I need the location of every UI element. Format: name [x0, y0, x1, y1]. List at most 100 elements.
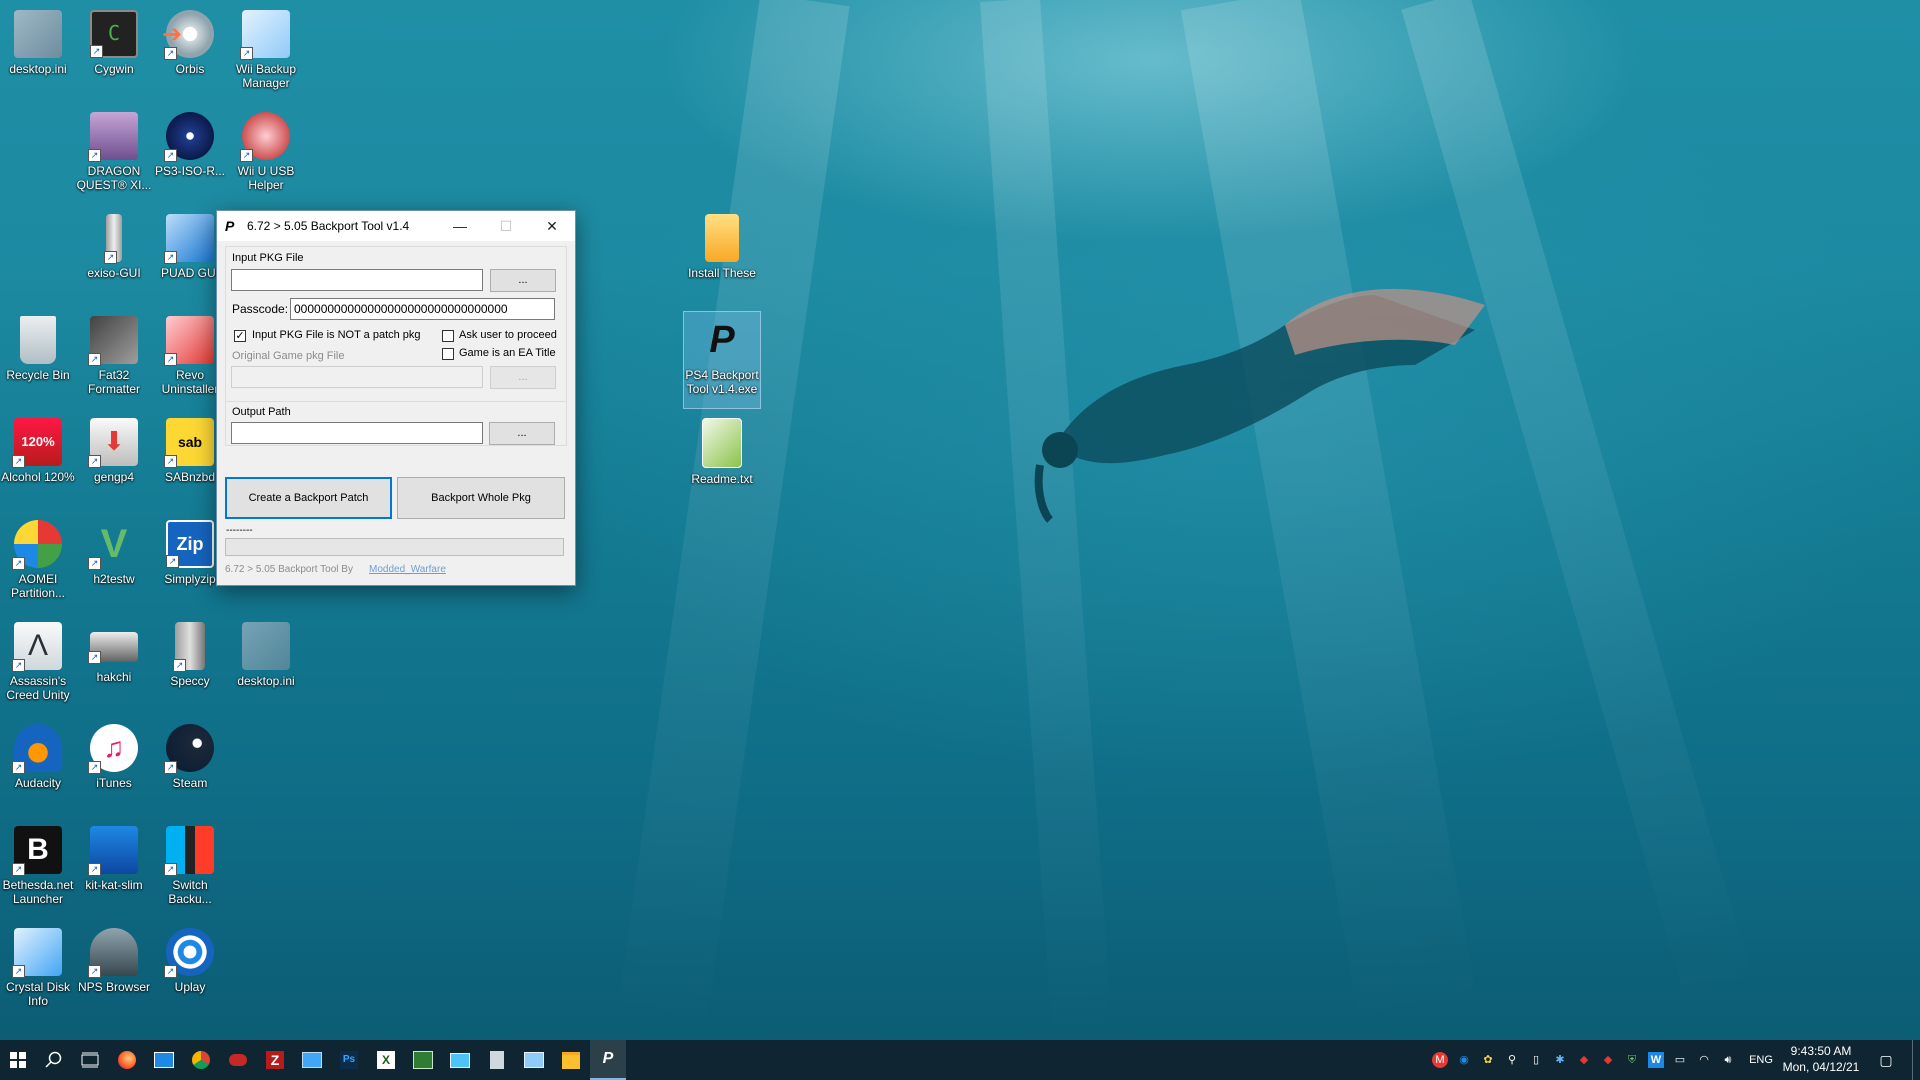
shortcut-arrow-icon: ↗	[166, 555, 179, 568]
taskbar-terminal[interactable]	[405, 1040, 441, 1080]
desktop-icon-uplay[interactable]: ↗ Uplay	[152, 924, 228, 1020]
desktop-icon-desktop-ini-2[interactable]: desktop.ini	[228, 618, 304, 714]
author-link[interactable]: Modded_Warfare	[369, 564, 446, 575]
desktop-icon-itunes[interactable]: ♫ ↗ iTunes	[76, 720, 152, 816]
download-icon: ⬇ ↗	[88, 418, 138, 468]
desktop-icon-readme-txt[interactable]: Readme.txt	[684, 414, 760, 510]
taskbar-explorer-window[interactable]	[516, 1040, 552, 1080]
output-path-field[interactable]	[231, 422, 483, 444]
passcode-field[interactable]: 00000000000000000000000000000000	[290, 298, 555, 320]
desktop-icon-hakchi[interactable]: ↗ hakchi	[76, 618, 152, 714]
desktop-icon-fat32-formatter[interactable]: ↗ Fat32 Formatter	[76, 312, 152, 408]
desktop-icon-aomei-partition[interactable]: ↗ AOMEI Partition...	[0, 516, 76, 612]
start-button[interactable]	[0, 1040, 36, 1080]
ask-user-checkbox[interactable]	[442, 330, 454, 342]
desktop-icon-kit-kat-slim[interactable]: ↗ kit-kat-slim	[76, 822, 152, 918]
desktop-icon-bethesda-launcher[interactable]: B ↗ Bethesda.net Launcher	[0, 822, 76, 918]
desktop-icon-install-these[interactable]: Install These	[684, 210, 760, 306]
desktop-icon-ps3-iso[interactable]: ↗ PS3-ISO-R...	[152, 108, 228, 204]
desktop-icon-gengp4[interactable]: ⬇ ↗ gengp4	[76, 414, 152, 510]
task-view-button[interactable]	[72, 1040, 108, 1080]
taskbar-remote-desktop[interactable]	[294, 1040, 330, 1080]
not-patch-checkbox[interactable]: ✓	[234, 330, 246, 342]
minimize-button[interactable]: —	[437, 211, 483, 241]
desktop-icon-nps-browser[interactable]: ↗ NPS Browser	[76, 924, 152, 1020]
taskbar-chrome[interactable]	[183, 1040, 219, 1080]
taskbar-calculator[interactable]	[479, 1040, 515, 1080]
input-pkg-browse-button[interactable]: ...	[490, 269, 556, 292]
tray-usb-icon[interactable]: ⚲	[1504, 1052, 1520, 1068]
taskbar-playstation[interactable]: P	[590, 1040, 626, 1080]
not-patch-label: Input PKG File is NOT a patch pkg	[252, 329, 421, 341]
disc-icon: ↗	[164, 112, 214, 162]
tray-m-icon[interactable]: M	[1432, 1052, 1448, 1068]
remote-desktop-icon	[302, 1052, 322, 1068]
settings-file-icon	[14, 10, 62, 58]
wii-disc-icon: ↗	[240, 10, 290, 60]
taskbar-mail[interactable]	[146, 1040, 182, 1080]
wifi-icon[interactable]: ◠	[1696, 1052, 1712, 1068]
desktop-icon-speccy[interactable]: ↗ Speccy	[152, 618, 228, 714]
taskbar-photoshop[interactable]: Ps	[331, 1040, 367, 1080]
desktop-icon-switch-backup[interactable]: ↗ Switch Backu...	[152, 822, 228, 918]
shortcut-arrow-icon: ↗	[164, 251, 177, 264]
desktop-icon-crystal-disk-info[interactable]: ↗ Crystal Disk Info	[0, 924, 76, 1020]
tray-headset-icon[interactable]: ◉	[1456, 1052, 1472, 1068]
tray-word-icon[interactable]: W	[1648, 1052, 1664, 1068]
desktop-icon-wii-u-usb-helper[interactable]: ↗ Wii U USB Helper	[228, 108, 304, 204]
maximize-button[interactable]: ☐	[483, 211, 529, 241]
ea-title-label: Game is an EA Title	[459, 347, 556, 359]
close-button[interactable]: ✕	[529, 211, 575, 241]
terminal-icon: C ↗	[90, 10, 138, 58]
taskbar-excel[interactable]: X	[368, 1040, 404, 1080]
calculator-icon	[490, 1051, 504, 1069]
desktop-icon-h2testw[interactable]: V ↗ h2testw	[76, 516, 152, 612]
shortcut-arrow-icon: ↗	[90, 45, 103, 58]
clock[interactable]: 9:43:50 AM Mon, 04/12/21	[1780, 1043, 1862, 1075]
desktop-icon-steam[interactable]: ↗ Steam	[152, 720, 228, 816]
notifications-icon[interactable]: ▢	[1878, 1052, 1894, 1068]
desktop-icon-orbis[interactable]: ➔ ↗ Orbis	[152, 6, 228, 102]
desktop-icon-cygwin[interactable]: C ↗ Cygwin	[76, 6, 152, 102]
volume-icon[interactable]: 🔊︎	[1720, 1052, 1736, 1068]
taskbar-filezilla[interactable]: Z	[257, 1040, 293, 1080]
battery-icon[interactable]: ▭	[1672, 1052, 1688, 1068]
taskbar-network[interactable]	[442, 1040, 478, 1080]
shortcut-arrow-icon: ↗	[104, 251, 117, 264]
desktop-icon-desktop-ini[interactable]: desktop.ini	[0, 6, 76, 102]
create-backport-patch-button[interactable]: Create a Backport Patch	[225, 477, 392, 519]
desktop-icon-recycle-bin[interactable]: Recycle Bin	[0, 312, 76, 408]
tray-game-icon-2[interactable]: ◆	[1600, 1052, 1616, 1068]
desktop-icon-ps4-backport-tool[interactable]: P PS4 Backport Tool v1.4.exe	[683, 311, 761, 409]
taskbar-file-explorer[interactable]	[553, 1040, 589, 1080]
input-pkg-field[interactable]	[231, 269, 483, 291]
output-path-browse-button[interactable]: ...	[489, 422, 555, 445]
language-indicator[interactable]: ENG	[1748, 1052, 1774, 1068]
desktop-icon-assassins-creed-unity[interactable]: Ʌ ↗ Assassin's Creed Unity	[0, 618, 76, 714]
desktop-icon-audacity[interactable]: ↗ Audacity	[0, 720, 76, 816]
status-text: --------	[226, 525, 253, 536]
backport-whole-pkg-button[interactable]: Backport Whole Pkg	[397, 477, 565, 519]
shortcut-arrow-icon: ↗	[12, 761, 25, 774]
desktop-icon-alcohol-120[interactable]: 120% ↗ Alcohol 120%	[0, 414, 76, 510]
tray-device-icon[interactable]: ▯	[1528, 1052, 1544, 1068]
shortcut-arrow-icon: ↗	[88, 557, 101, 570]
title-bar[interactable]: P 6.72 > 5.05 Backport Tool v1.4 — ☐ ✕	[217, 211, 575, 241]
taskbar-firefox[interactable]	[109, 1040, 145, 1080]
shortcut-arrow-icon: ↗	[164, 761, 177, 774]
steam-icon: ↗	[164, 724, 214, 774]
ea-title-checkbox[interactable]	[442, 348, 454, 360]
bluetooth-icon[interactable]: ✱	[1552, 1052, 1568, 1068]
input-pkg-label: Input PKG File	[232, 252, 304, 264]
shortcut-arrow-icon: ↗	[12, 557, 25, 570]
desktop-icon-wii-backup-manager[interactable]: ↗ Wii Backup Manager	[228, 6, 304, 102]
desktop-icon-exiso-gui[interactable]: ↗ exiso-GUI	[76, 210, 152, 306]
show-desktop-button[interactable]	[1912, 1040, 1913, 1080]
tray-shield-icon[interactable]: ⛨	[1624, 1052, 1640, 1068]
tray-game-icon-1[interactable]: ◆	[1576, 1052, 1592, 1068]
tray-sync-icon[interactable]: ✿	[1480, 1052, 1496, 1068]
taskbar-game[interactable]	[220, 1040, 256, 1080]
desktop-icon-dragon-quest[interactable]: ↗ DRAGON QUEST® XI...	[76, 108, 152, 204]
group-divider	[226, 401, 566, 402]
search-button[interactable]	[36, 1040, 72, 1080]
